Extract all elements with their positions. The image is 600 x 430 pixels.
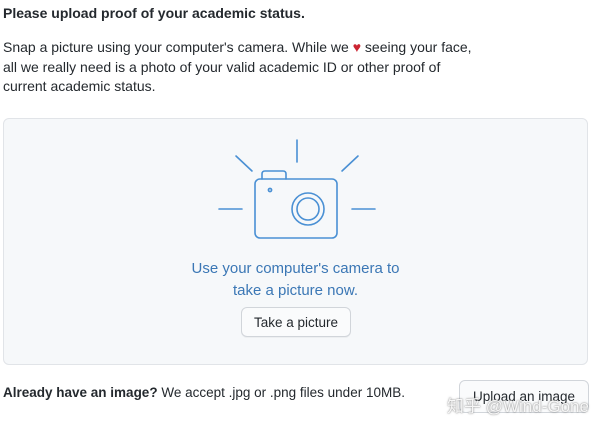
description-text: Snap a picture using your computer's cam… <box>3 38 483 97</box>
camera-caption: Use your computer's camera to take a pic… <box>4 258 587 301</box>
take-picture-button[interactable]: Take a picture <box>241 307 351 337</box>
upload-hint: Already have an image? We accept .jpg or… <box>3 384 405 402</box>
camera-caption-line-1: Use your computer's camera to <box>191 260 400 277</box>
upload-hint-text: We accept .jpg or .png files under 10MB. <box>157 385 405 400</box>
ray-top-right <box>341 155 359 172</box>
upload-hint-strong: Already have an image? <box>3 385 158 400</box>
camera-icon <box>218 139 376 239</box>
ray-top-left <box>235 155 253 172</box>
heart-icon: ♥ <box>352 39 362 55</box>
upload-image-button[interactable]: Upload an image <box>459 380 589 413</box>
description-part-1: Snap a picture using your computer's cam… <box>3 39 353 55</box>
camera-top-bump <box>261 170 287 180</box>
camera-capture-panel: Use your computer's camera to take a pic… <box>3 118 588 365</box>
camera-flash-dot <box>267 187 273 193</box>
camera-lens-inner <box>296 197 320 221</box>
page-title: Please upload proof of your academic sta… <box>3 5 305 21</box>
camera-caption-line-2: take a picture now. <box>232 281 359 299</box>
